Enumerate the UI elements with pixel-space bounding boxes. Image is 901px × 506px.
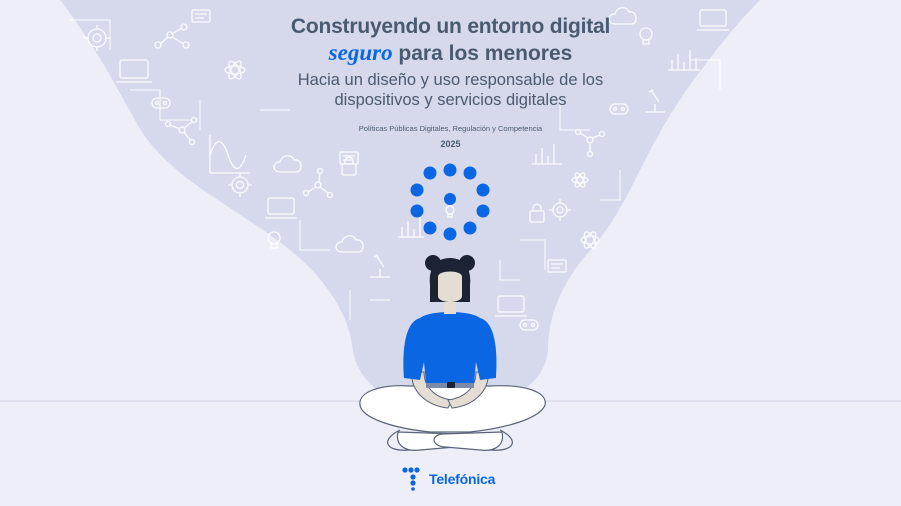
subtitle: Hacia un diseño y uso responsable de los…: [0, 70, 901, 110]
year-label: 2025: [440, 139, 461, 149]
meta-block: Políticas Públicas Digitales, Regulación…: [0, 124, 901, 149]
face: [438, 271, 462, 302]
brand-name: Telefónica: [429, 471, 496, 487]
department-label: Políticas Públicas Digitales, Regulación…: [358, 124, 543, 133]
telefonica-logo: Telefónica: [402, 466, 495, 492]
subtitle-line-2: dispositivos y servicios digitales: [334, 91, 567, 109]
title-block: Construyendo un entorno digital seguro p…: [0, 14, 901, 110]
belt-buckle: [447, 382, 455, 388]
telefonica-t-icon: [402, 467, 420, 491]
title-line-1: Construyendo un entorno digital: [290, 15, 611, 38]
title-line-2: seguro para los menores: [0, 40, 901, 67]
shirt: [403, 312, 497, 384]
title-line-2-rest: para los menores: [392, 42, 573, 65]
title-emphasis: seguro: [328, 40, 393, 65]
legs: [359, 385, 546, 433]
subtitle-line-1: Hacia un diseño y uso responsable de los: [297, 71, 604, 89]
